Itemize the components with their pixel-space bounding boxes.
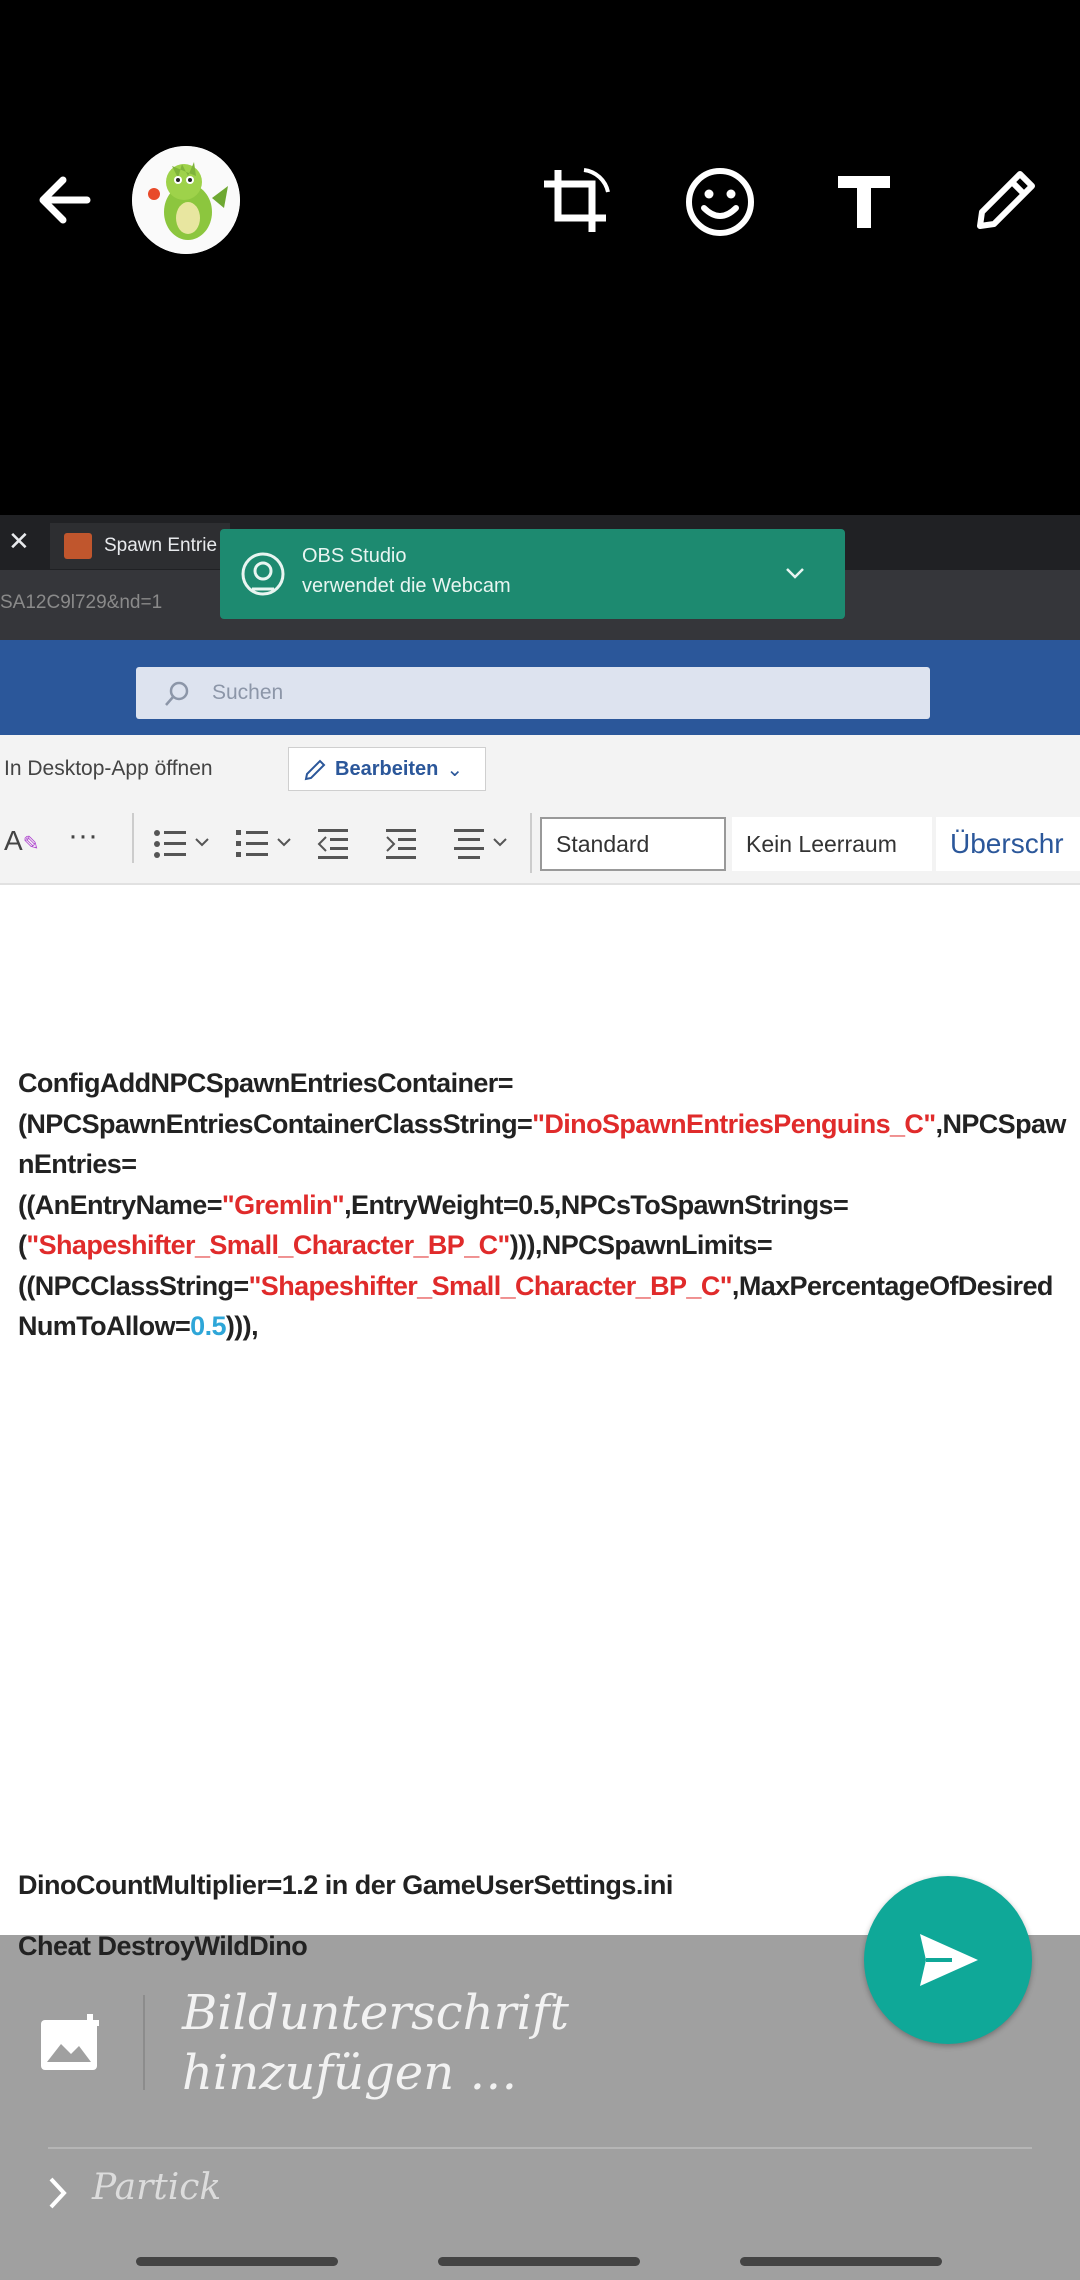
decrease-indent-icon — [317, 829, 348, 859]
style-no-spacing: Kein Leerraum — [732, 817, 932, 871]
pencil-icon[interactable] — [966, 160, 1046, 240]
recipient-name[interactable]: Partick — [92, 2167, 221, 2208]
back-arrow-icon[interactable] — [30, 165, 100, 235]
divider — [143, 1995, 145, 2090]
nav-handle — [136, 2257, 338, 2266]
style-label: Kein Leerraum — [746, 830, 897, 857]
style-label: Standard — [556, 830, 650, 857]
code-string: "DinoSpawnEntriesPenguins_C" — [532, 1108, 936, 1139]
code-text: ConfigAddNPCSpawnEntriesContainer= — [18, 1068, 513, 1098]
code-text: ((AnEntryName= — [18, 1189, 223, 1220]
notification-message: verwendet die Webcam — [302, 575, 511, 597]
webcam-icon — [241, 552, 285, 596]
style-standard: Standard — [540, 817, 726, 871]
chevron-down-icon — [786, 568, 804, 579]
url-text: SA12C9l729&nd=1 — [0, 592, 163, 613]
align-icon — [454, 829, 507, 859]
divider — [530, 813, 532, 873]
edit-button: Bearbeiten ⌄ — [288, 747, 486, 791]
chevron-down-icon: ⌄ — [446, 758, 464, 781]
caption-input[interactable]: Bildunterschrift hinzufügen … — [182, 1983, 662, 2103]
code-number: 0.5 — [190, 1311, 226, 1341]
style-heading: Überschr — [936, 817, 1080, 871]
browser-tab: Spawn Entrie — [50, 523, 230, 569]
word-header: Suchen — [0, 640, 1080, 735]
increase-indent-icon — [386, 829, 416, 859]
text-tool-icon[interactable] — [826, 162, 902, 238]
word-ribbon-actions: In Desktop-App öffnen Bearbeiten ⌄ — [0, 735, 1080, 805]
cheat-line: Cheat DestroyWildDino — [18, 1931, 308, 1961]
nav-handle — [740, 2257, 942, 2266]
multiplier-line: DinoCountMultiplier=1.2 in der GameUserS… — [18, 1870, 673, 1900]
avatar[interactable] — [132, 146, 240, 254]
send-button[interactable] — [864, 1876, 1032, 2044]
open-desktop-link: In Desktop-App öffnen — [4, 757, 213, 780]
config-code-text: ConfigAddNPCSpawnEntriesContainer= (NPCSp… — [18, 1063, 1068, 1347]
chevron-right-icon[interactable] — [46, 2175, 70, 2211]
code-text: ((NPCClassString= — [18, 1270, 249, 1301]
edit-label: Bearbeiten — [335, 757, 439, 780]
close-icon: ✕ — [8, 527, 30, 557]
more-icon: ··· — [68, 819, 98, 852]
search-input: Suchen — [136, 667, 930, 719]
code-string: "Gremlin" — [221, 1189, 345, 1220]
numbered-list-icon — [236, 830, 291, 857]
screenshot-image: ✕ Spawn Entrie SA12C9l729&nd=1 OBS Studi… — [0, 515, 1080, 1935]
search-placeholder: Suchen — [212, 681, 284, 704]
search-icon — [165, 681, 189, 706]
word-ribbon-format: A✎ ··· Standard Kein Leerraum Überschr — [0, 805, 1080, 885]
word-favicon-icon — [64, 533, 92, 559]
code-text: ,EntryWeight=0.5,NPCsToSpawnStrings= — [344, 1189, 849, 1220]
notification-title: OBS Studio — [302, 545, 407, 567]
code-text: (NPCSpawnEntriesContainerClassString= — [18, 1108, 533, 1139]
editor-toolbar — [0, 0, 1080, 515]
nav-handle — [438, 2257, 640, 2266]
send-icon — [920, 1934, 978, 1986]
crop-rotate-icon[interactable] — [536, 162, 616, 242]
obs-notification: OBS Studio verwendet die Webcam — [220, 529, 845, 619]
tab-title: Spawn Entrie — [104, 535, 218, 556]
divider — [48, 2147, 1032, 2149]
pencil-icon — [304, 759, 326, 781]
divider — [132, 813, 134, 863]
code-string: "Shapeshifter_Small_Character_BP_C" — [26, 1230, 510, 1260]
code-text: ))),NPCSpawnLimits= — [509, 1230, 773, 1260]
add-image-icon[interactable] — [36, 2011, 108, 2077]
document-body: ConfigAddNPCSpawnEntriesContainer= (NPCSp… — [0, 885, 1080, 1935]
style-label: Überschr — [950, 828, 1064, 859]
code-text: ))), — [225, 1311, 259, 1341]
code-string: "Shapeshifter_Small_Character_BP_C" — [248, 1270, 733, 1301]
bullet-list-icon — [154, 830, 209, 858]
text-effects-icon: A✎ — [4, 825, 40, 856]
emoji-icon[interactable] — [680, 162, 760, 242]
